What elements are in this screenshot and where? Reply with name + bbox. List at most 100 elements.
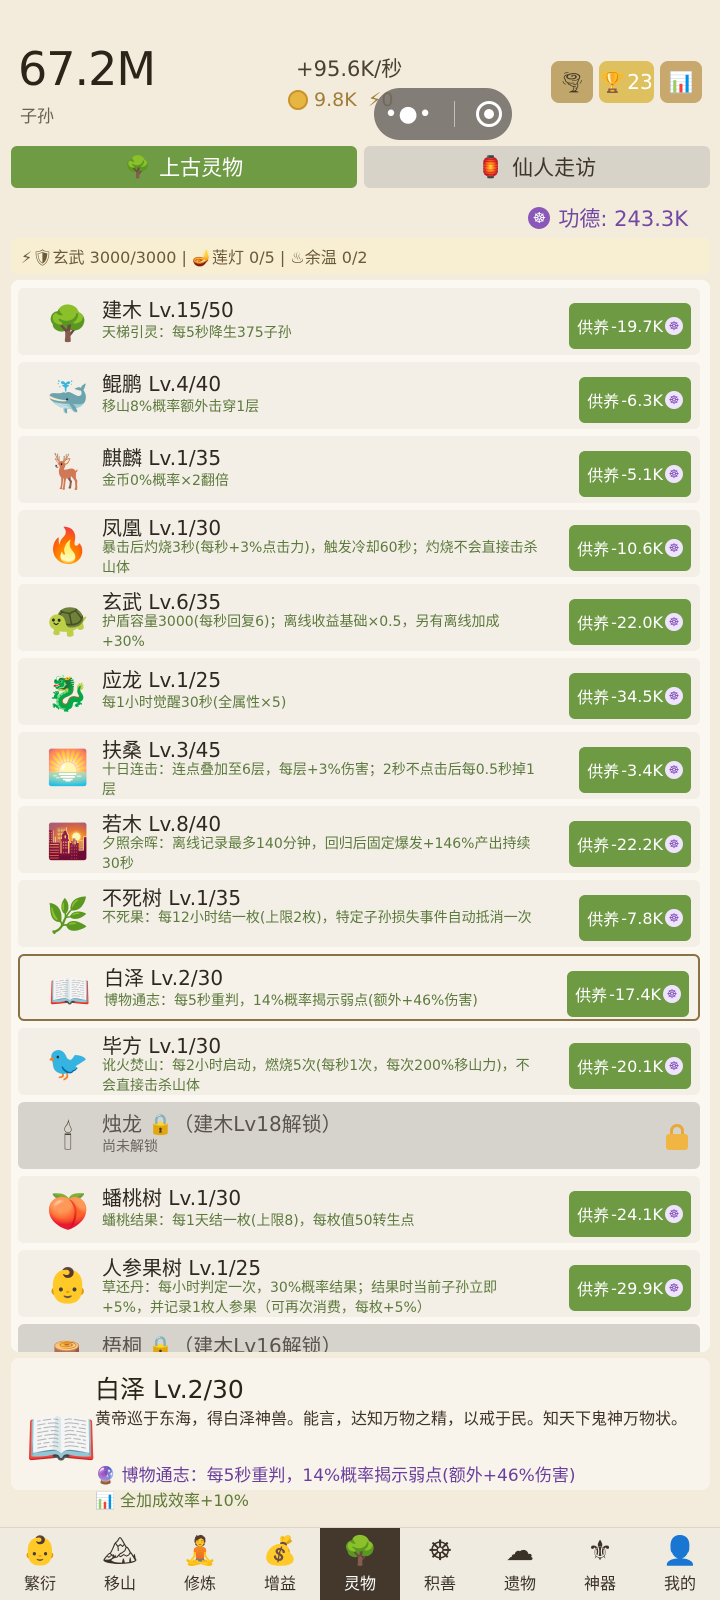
feed-button[interactable]: 供养 -20.1K ☸ xyxy=(569,1043,691,1089)
miniprogram-capsule: •●• xyxy=(374,88,512,140)
more-menu-button[interactable]: •●• xyxy=(384,102,432,127)
detail-name: 白泽 Lv.2/30 xyxy=(95,1375,244,1404)
spirit-name: 麒麟 Lv.1/35 xyxy=(102,446,222,470)
feed-button[interactable]: 供养 -7.8K ☸ xyxy=(579,895,691,941)
spirit-description: 暴击后灼烧3秒(每秒+3%点击力)，触发冷却60秒；灼烧不会直接击杀山体 xyxy=(102,540,538,576)
spirit-icon: 🐳 xyxy=(46,378,90,418)
spirit-item[interactable]: 🐳 鲲鹏 Lv.4/40 移山8%概率额外击穿1层 供养 -6.3K ☸ xyxy=(18,362,700,429)
detail-bonus: 📊 全加成效率+10% xyxy=(95,1491,249,1510)
feed-label: 供养 xyxy=(587,466,620,485)
spirit-icon: 🔥 xyxy=(46,526,90,566)
production-rate: +95.6K/秒 xyxy=(296,57,403,81)
spirit-icon: 🌿 xyxy=(46,896,90,936)
spirit-item[interactable]: 🐢 玄武 Lv.6/35 护盾容量3000(每秒回复6)；离线收益基础×0.5，另有… xyxy=(18,584,700,651)
feed-button[interactable]: 供养 -24.1K ☸ xyxy=(569,1191,691,1237)
spirit-item[interactable]: 🪵 梧桐 🔒（建木Lv16解锁） xyxy=(18,1324,700,1352)
spirit-icon: 🦌 xyxy=(46,452,90,492)
dharma-wheel-icon: ☸ xyxy=(665,761,683,779)
spirit-icon: 🍑 xyxy=(46,1192,90,1232)
feed-label: 供养 xyxy=(587,392,620,411)
detail-panel: 📖 白泽 Lv.2/30 黄帝巡于东海，得白泽神兽。能言，达知万物之精，以戒于民… xyxy=(11,1358,710,1490)
spirit-name: 玄武 Lv.6/35 xyxy=(102,590,222,614)
feed-label: 供养 xyxy=(577,318,610,337)
nav-icon: ☁ xyxy=(506,1534,534,1567)
feed-cost: -20.1K xyxy=(611,1056,663,1076)
nav-item[interactable]: ☁ 遗物 xyxy=(480,1528,560,1600)
book-icon: 📖 xyxy=(25,1404,98,1472)
feed-button[interactable]: 供养 -29.9K ☸ xyxy=(569,1265,691,1311)
nav-icon: 🧘 xyxy=(182,1534,218,1567)
spirit-item[interactable]: 🌿 不死树 Lv.1/35 不死果：每12小时结一枚(上限2枚)，特定子孙损失事件自… xyxy=(18,880,700,947)
spirit-list[interactable]: 🌳 建木 Lv.15/50 天梯引灵：每5秒降生375子孙 供养 -19.7K ☸ 🐳 鲲鹏… xyxy=(11,280,710,1352)
feed-button[interactable]: 供养 -6.3K ☸ xyxy=(579,377,691,423)
tornado-button[interactable]: 🌪 xyxy=(551,61,593,103)
nav-label: 神器 xyxy=(583,1574,616,1593)
tornado-icon: 🌪 xyxy=(559,70,585,94)
spirit-description: 每1小时觉醒30秒(全属性×5) xyxy=(102,695,287,711)
spirit-item[interactable]: 👶 人参果树 Lv.1/25 草还丹：每小时判定一次，30%概率结果；结果时当前子孙… xyxy=(18,1250,700,1317)
spirit-item[interactable]: 🐦 毕方 Lv.1/30 讹火焚山：每2小时启动，燃烧5次(每秒1次，每次200%移… xyxy=(18,1028,700,1095)
nav-item[interactable]: ☸ 积善 xyxy=(400,1528,480,1600)
close-miniprogram-button[interactable] xyxy=(475,101,502,127)
lock-icon xyxy=(666,1124,688,1150)
spirit-item[interactable]: 🐉 应龙 Lv.1/25 每1小时觉醒30秒(全属性×5) 供养 -34.5K ☸ xyxy=(18,658,700,725)
dharma-wheel-icon: ☸ xyxy=(665,909,683,927)
dharma-wheel-icon: ☸ xyxy=(665,687,683,705)
nav-label: 我的 xyxy=(663,1574,696,1593)
feed-button[interactable]: 供养 -3.4K ☸ xyxy=(579,747,691,793)
spirit-item[interactable]: 🔥 凤凰 Lv.1/30 暴击后灼烧3秒(每秒+3%点击力)，触发冷却60秒；灼烧不… xyxy=(18,510,700,577)
feed-cost: -3.4K xyxy=(621,760,663,780)
nav-item[interactable]: 🌳 灵物 xyxy=(320,1528,400,1600)
detail-skill: 🔮 博物通志：每5秒重判，14%概率揭示弱点(额外+46%伤害) xyxy=(95,1466,576,1486)
spirit-item[interactable]: 📖 白泽 Lv.2/30 博物通志：每5秒重判，14%概率揭示弱点(额外+46%伤害… xyxy=(18,954,700,1021)
spirit-name: 鲲鹏 Lv.4/40 xyxy=(102,372,222,396)
nav-icon: 👶 xyxy=(22,1534,58,1567)
tab-ancient-spirits[interactable]: 🌳 上古灵物 xyxy=(11,146,357,188)
spirit-icon: 🪵 xyxy=(46,1338,90,1352)
feed-label: 供养 xyxy=(587,910,620,929)
spirit-description: 讹火焚山：每2小时启动，燃烧5次(每秒1次，每次200%移山力)，不会直接击杀山… xyxy=(102,1058,530,1094)
feed-button[interactable]: 供养 -22.2K ☸ xyxy=(569,821,691,867)
feed-label: 供养 xyxy=(577,614,610,633)
spirit-item[interactable]: 🍑 蟠桃树 Lv.1/30 蟠桃结果：每1天结一枚(上限8)，每枚值50转生点 供养 … xyxy=(18,1176,700,1243)
feed-button[interactable]: 供养 -17.4K ☸ xyxy=(567,971,689,1017)
spirit-icon: 📖 xyxy=(48,972,92,1012)
tab-label: 仙人走访 xyxy=(512,156,597,180)
feed-button[interactable]: 供养 -10.6K ☸ xyxy=(569,525,691,571)
spirit-item[interactable]: 🌳 建木 Lv.15/50 天梯引灵：每5秒降生375子孙 供养 -19.7K ☸ xyxy=(18,288,700,355)
merit-value: 功德: 243.3K xyxy=(558,207,688,231)
nav-item[interactable]: 💰 增益 xyxy=(240,1528,320,1600)
feed-button[interactable]: 供养 -19.7K ☸ xyxy=(569,303,691,349)
dharma-wheel-icon: ☸ xyxy=(665,613,683,631)
feed-cost: -10.6K xyxy=(611,538,663,558)
spirit-name: 人参果树 Lv.1/25 xyxy=(102,1256,262,1280)
dharma-wheel-icon: ☸ xyxy=(665,317,683,335)
nav-item[interactable]: ⚜ 神器 xyxy=(560,1528,640,1600)
spirit-name: 白泽 Lv.2/30 xyxy=(104,966,224,990)
spirit-name: 不死树 Lv.1/35 xyxy=(102,886,242,910)
spirit-item[interactable]: 🌅 扶桑 Lv.3/45 十日连击：连点叠加至6层，每层+3%伤害；2秒不点击后每0… xyxy=(18,732,700,799)
feed-button[interactable]: 供养 -34.5K ☸ xyxy=(569,673,691,719)
feed-cost: -29.9K xyxy=(611,1278,663,1298)
feed-button[interactable]: 供养 -5.1K ☸ xyxy=(579,451,691,497)
descendant-label: 子孙 xyxy=(20,107,54,127)
spirit-icon: 🌳 xyxy=(46,304,90,344)
trophy-button[interactable]: 🏆 23 xyxy=(599,61,654,103)
feed-button[interactable]: 供养 -22.0K ☸ xyxy=(569,599,691,645)
bar-chart-icon: 📊 xyxy=(668,70,694,94)
status-bar: ⚡🛡玄武 3000/3000 | 🪔莲灯 0/5 | ♨余温 0/2 xyxy=(11,238,710,274)
nav-item[interactable]: 👶 繁衍 xyxy=(0,1528,80,1600)
spirit-icon: 🐉 xyxy=(46,674,90,714)
nav-item[interactable]: 🏔 移山 xyxy=(80,1528,160,1600)
spirit-name: 蟠桃树 Lv.1/30 xyxy=(102,1186,242,1210)
coin-value: 9.8K xyxy=(314,89,357,111)
nav-item[interactable]: 👤 我的 xyxy=(640,1528,720,1600)
bottom-nav: 👶 繁衍 🏔 移山 🧘 修炼 💰 增益 🌳 灵物 ☸ 积善 ☁ 遗物 ⚜ 神器 👤 我的 xyxy=(0,1527,720,1600)
stats-button[interactable]: 📊 xyxy=(660,61,702,103)
spirit-item[interactable]: 🦌 麒麟 Lv.1/35 金币0%概率×2翻倍 供养 -5.1K ☸ xyxy=(18,436,700,503)
tab-immortal-visits[interactable]: 🏮 仙人走访 xyxy=(364,146,710,188)
nav-item[interactable]: 🧘 修炼 xyxy=(160,1528,240,1600)
spirit-icon: 🐢 xyxy=(46,600,90,640)
spirit-item[interactable]: 🕯 烛龙 🔒（建木Lv18解锁） 尚未解锁 xyxy=(18,1102,700,1169)
spirit-item[interactable]: 🌇 若木 Lv.8/40 夕照余晖：离线记录最多140分钟，回归后固定爆发+146%… xyxy=(18,806,700,873)
